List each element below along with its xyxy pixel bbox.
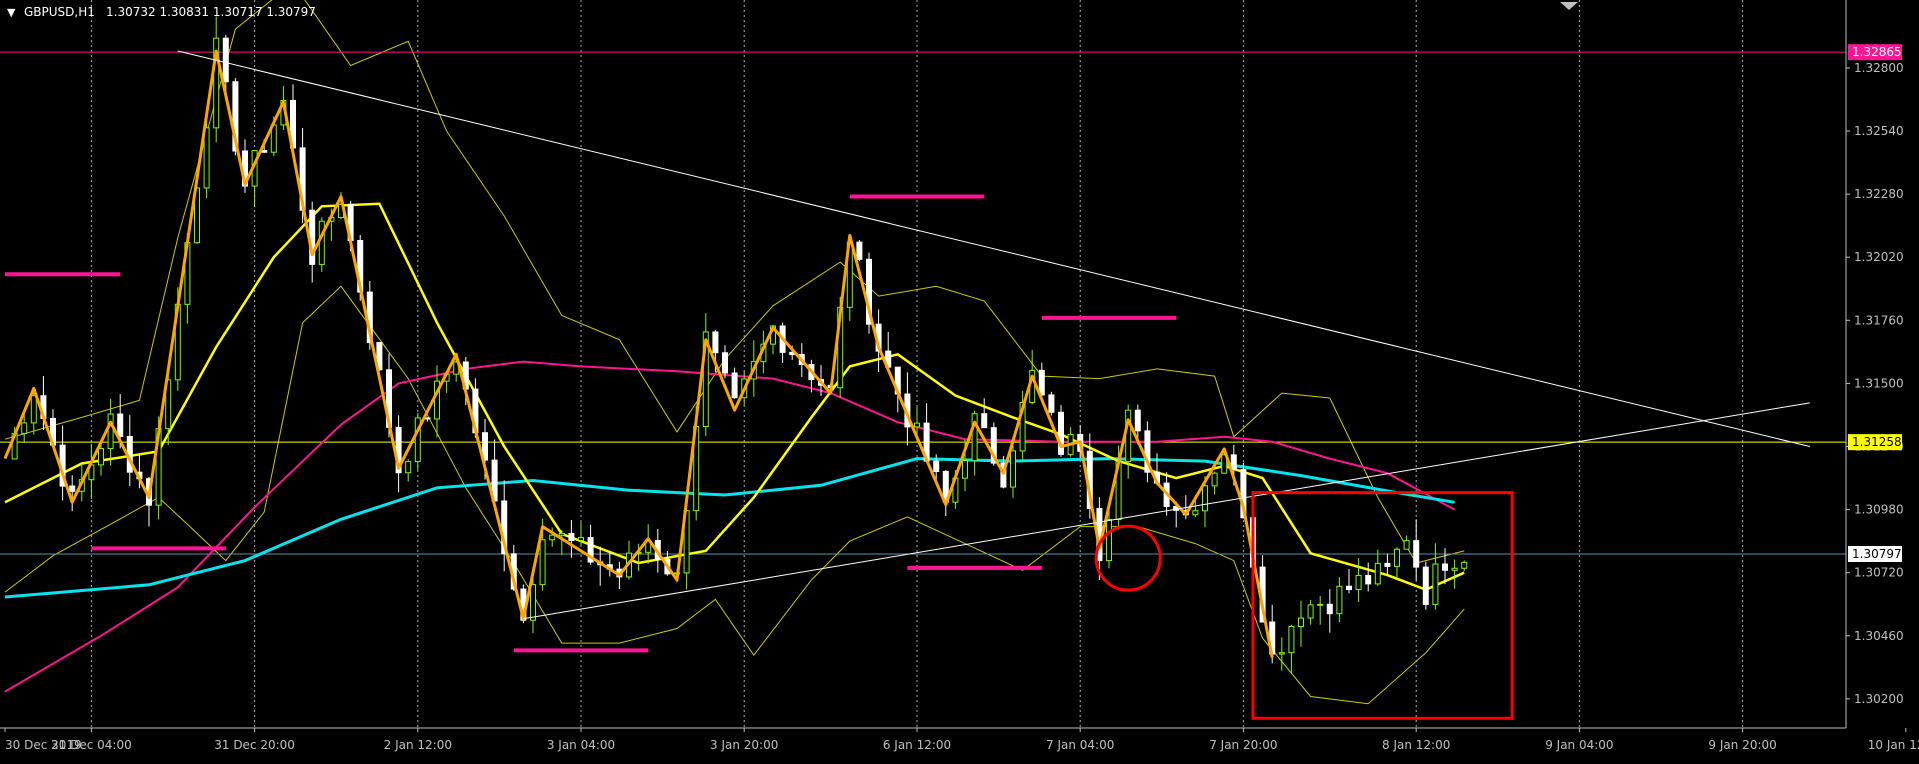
- candle-body: [1288, 625, 1295, 654]
- candle-body: [98, 448, 104, 466]
- candle-body: [722, 352, 728, 374]
- candle-body: [30, 395, 37, 424]
- price-label-text: 1.32865: [1852, 45, 1902, 59]
- candle-body: [1211, 472, 1218, 487]
- candle-body: [1336, 585, 1343, 615]
- price-tick-label: 1.30200: [1854, 692, 1904, 706]
- price-tick-label: 1.32280: [1854, 187, 1904, 201]
- candle-body: [1048, 394, 1055, 413]
- candle-body: [1192, 510, 1199, 516]
- time-tick-label: 7 Jan 20:00: [1209, 738, 1277, 752]
- time-tick-label: 6 Jan 12:00: [883, 738, 951, 752]
- candle-body: [1230, 454, 1237, 471]
- candle-body: [405, 461, 412, 474]
- time-tick-label: 9 Jan 04:00: [1545, 738, 1613, 752]
- candle-body: [1134, 409, 1141, 432]
- candle-body: [712, 331, 719, 354]
- time-tick-label: 3 Jan 20:00: [710, 738, 778, 752]
- candle-body: [1384, 562, 1391, 567]
- candle-body: [1298, 617, 1304, 627]
- candle-body: [1326, 603, 1333, 615]
- candle-body: [1106, 519, 1112, 562]
- price-tick-label: 1.32020: [1854, 250, 1904, 264]
- price-label-text: 1.31258: [1852, 435, 1902, 449]
- header-dropdown-icon[interactable]: ▼: [7, 6, 16, 19]
- price-tick-label: 1.32540: [1854, 124, 1904, 138]
- chart-background: [0, 0, 1919, 760]
- candle-body: [1413, 540, 1420, 568]
- candle-body: [203, 127, 210, 189]
- chart-window[interactable]: 1.32800 1.32540 1.32280 1.32020 1.31760 1.315…: [0, 0, 1919, 760]
- price-tick-label: 1.31500: [1854, 376, 1904, 390]
- candle-body: [1374, 562, 1381, 585]
- candle-body: [1010, 450, 1016, 488]
- candle-body: [914, 422, 920, 428]
- candle-body: [530, 584, 536, 621]
- candle-body: [1432, 563, 1439, 605]
- candle-body: [1422, 566, 1429, 605]
- candle-body: [578, 537, 584, 542]
- price-tick-label: 1.30720: [1854, 566, 1904, 580]
- candle-body: [1346, 585, 1352, 590]
- candle-body: [962, 460, 968, 479]
- candle-body: [1461, 561, 1468, 569]
- candle-body: [1442, 563, 1448, 571]
- candle-body: [933, 460, 940, 472]
- price-tick-label: 1.31760: [1854, 313, 1904, 327]
- price-tick-label: 1.30980: [1854, 503, 1904, 517]
- candle-body: [1058, 411, 1064, 455]
- price-chart[interactable]: 1.32800 1.32540 1.32280 1.32020 1.31760 1.315…: [0, 0, 1919, 760]
- ohlc-readout: 1.30732 1.30831 1.30717 1.30797: [106, 5, 316, 19]
- candle-body: [318, 220, 325, 265]
- candle-body: [69, 485, 76, 492]
- candle-body: [21, 422, 28, 434]
- candle-body: [1317, 603, 1324, 606]
- candle-body: [1451, 567, 1458, 571]
- symbol-timeframe: GBPUSD,H1: [24, 5, 95, 19]
- candle-body: [1403, 540, 1410, 550]
- price-tick-label: 1.30460: [1854, 629, 1904, 643]
- candle-body: [558, 532, 565, 536]
- time-tick-label: 31 Dec 04:00: [51, 738, 132, 752]
- candle-body: [568, 532, 575, 542]
- time-tick-label: 9 Jan 20:00: [1708, 738, 1776, 752]
- chart-header: ▼ GBPUSD,H1 1.30732 1.30831 1.30717 1.30…: [7, 5, 316, 19]
- candle-body: [549, 534, 556, 541]
- candle-body: [1307, 604, 1314, 619]
- candle-body: [981, 413, 988, 429]
- time-tick-label: 7 Jan 04:00: [1046, 738, 1114, 752]
- candle-body: [1038, 369, 1045, 396]
- candle-body: [1394, 548, 1400, 567]
- candle-body: [1202, 485, 1208, 512]
- candle-body: [1355, 574, 1362, 590]
- candle-body: [107, 413, 114, 450]
- candle-body: [731, 372, 738, 399]
- price-label-text: 1.30797: [1852, 547, 1902, 561]
- candle-body: [1125, 409, 1132, 463]
- candle-body: [261, 150, 268, 153]
- time-tick-label: 3 Jan 04:00: [547, 738, 615, 752]
- candle-body: [222, 37, 229, 83]
- time-tick-label: 2 Jan 12:00: [384, 738, 452, 752]
- candle-body: [1365, 574, 1372, 585]
- candle-body: [1278, 652, 1285, 655]
- candle-body: [117, 413, 124, 437]
- time-tick-label: 10 Jan 12:00: [1868, 738, 1919, 752]
- candle-body: [539, 539, 546, 586]
- time-tick-label: 8 Jan 12:00: [1382, 738, 1450, 752]
- price-tick-label: 1.32800: [1854, 61, 1904, 75]
- candle-body: [856, 241, 863, 260]
- time-tick-label: 31 Dec 20:00: [214, 738, 295, 752]
